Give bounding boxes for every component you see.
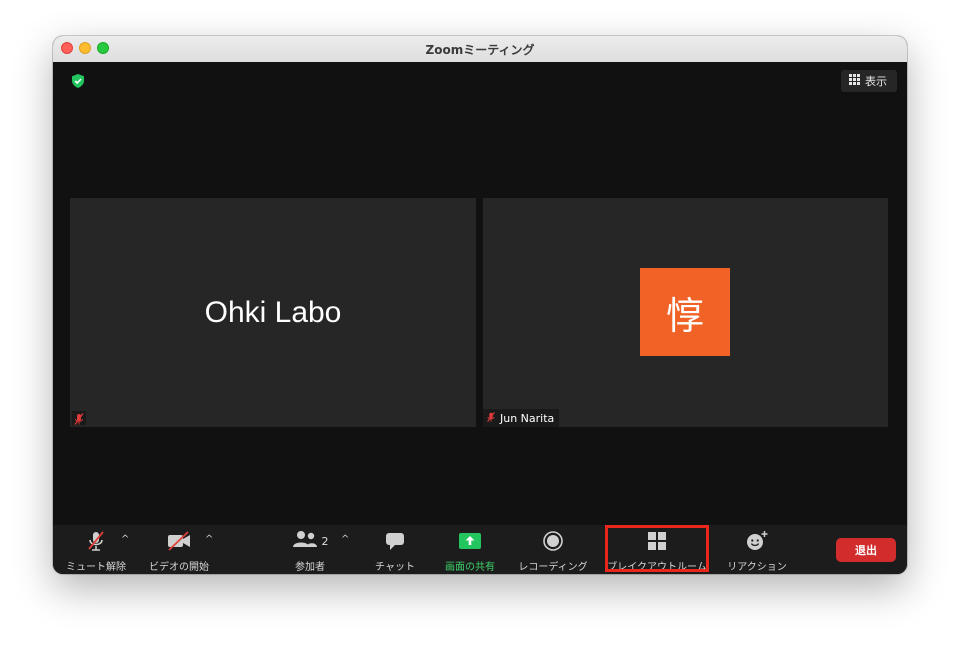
view-button[interactable]: 表示 (841, 70, 897, 92)
unmute-label: ミュート解除 (66, 562, 126, 573)
participants-icon-group: 2 (292, 529, 329, 553)
share-screen-button[interactable]: 画面の共有 (439, 525, 501, 574)
muted-mic-icon (72, 411, 86, 425)
view-label: 表示 (865, 75, 887, 88)
window-title: Zoomミーティング (425, 43, 535, 57)
meeting-toolbar: ミュート解除 ^ ビデオの開始 ^ 2 参加者 ^ チャット 画面の共有 レコー… (53, 525, 907, 574)
participant-tile-jun-narita[interactable]: 惇 Jun Narita (483, 198, 888, 427)
reaction-emoji-icon (745, 529, 769, 553)
participant-display-name: Ohki Labo (204, 296, 342, 329)
record-icon (542, 529, 564, 553)
muted-mic-icon (485, 411, 497, 426)
reactions-button[interactable]: リアクション (721, 525, 793, 574)
muted-mic-icon (85, 529, 107, 553)
chat-label: チャット (375, 562, 415, 573)
grid-icon (849, 74, 860, 88)
leave-meeting-button[interactable]: 退出 (836, 538, 896, 562)
participants-button[interactable]: 2 参加者 (285, 525, 335, 574)
participant-name: Jun Narita (500, 411, 555, 425)
video-off-icon (166, 529, 192, 553)
reactions-label: リアクション (727, 562, 787, 573)
start-video-button[interactable]: ビデオの開始 (145, 525, 213, 574)
title-bar: Zoomミーティング (53, 36, 907, 63)
participant-avatar: 惇 (640, 268, 730, 356)
share-screen-icon (458, 529, 482, 553)
zoom-window: Zoomミーティング 表示 Ohki Labo 惇 Jun Narita ミュー… (53, 36, 907, 574)
breakout-rooms-highlight (605, 525, 709, 572)
video-options-chevron-up-icon[interactable]: ^ (205, 534, 213, 545)
meeting-area: 表示 Ohki Labo 惇 Jun Narita (53, 62, 907, 525)
participants-icon (292, 529, 318, 553)
chat-button[interactable]: チャット (365, 525, 425, 574)
participants-label: 参加者 (295, 562, 325, 573)
record-label: レコーディング (518, 562, 588, 573)
audio-options-chevron-up-icon[interactable]: ^ (121, 534, 129, 545)
participants-count: 2 (321, 534, 329, 548)
chat-icon (384, 529, 406, 553)
shield-check-icon[interactable] (68, 71, 88, 91)
record-button[interactable]: レコーディング (513, 525, 593, 574)
participant-name-tag: Jun Narita (483, 409, 560, 427)
start-video-label: ビデオの開始 (149, 562, 209, 573)
unmute-button[interactable]: ミュート解除 (63, 525, 129, 574)
participant-tile-ohki-labo[interactable]: Ohki Labo (70, 198, 476, 427)
participants-options-chevron-up-icon[interactable]: ^ (341, 534, 349, 545)
share-screen-label: 画面の共有 (445, 562, 495, 573)
